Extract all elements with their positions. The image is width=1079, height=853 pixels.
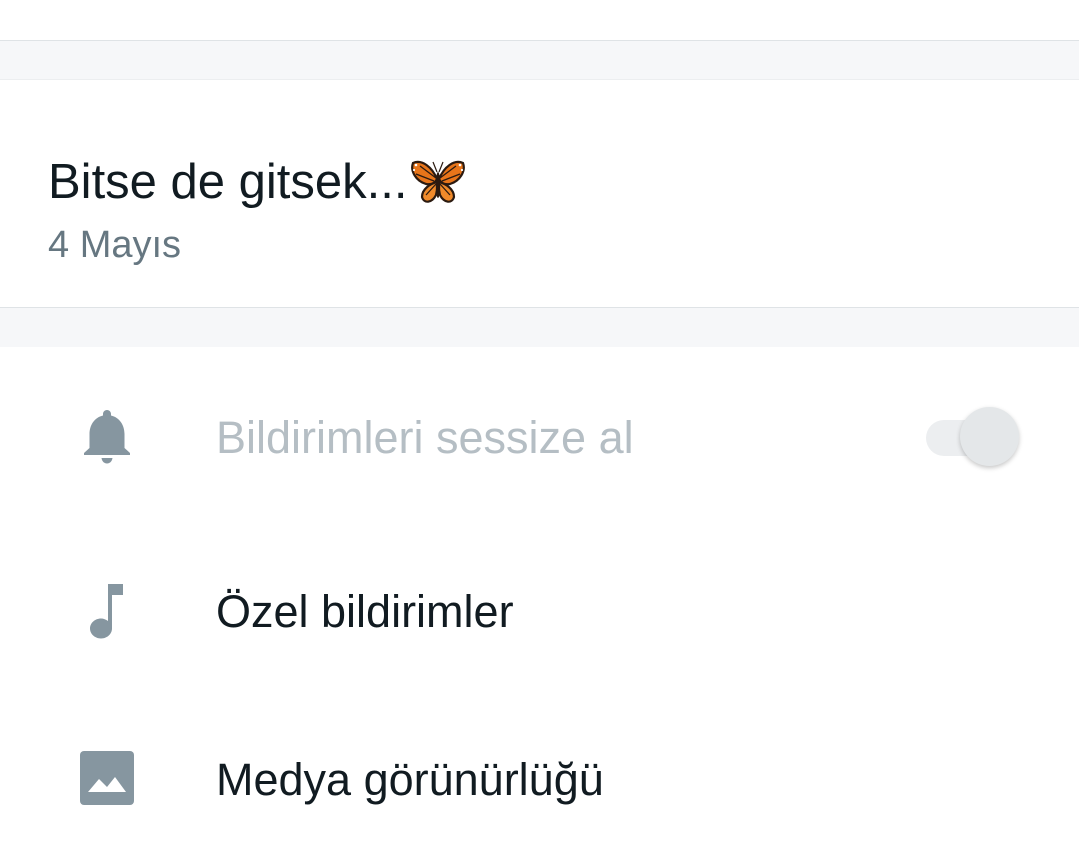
about-status: Bitse de gitsek... [48, 150, 466, 214]
mute-toggle[interactable] [924, 404, 1024, 470]
contact-info-screen: Bitse de gitsek... 4 Mayıs Bildirimleri … [0, 0, 1079, 853]
toggle-thumb [960, 407, 1019, 466]
butterfly-emoji-icon [410, 160, 465, 203]
section-divider [0, 41, 1079, 80]
about-date: 4 Mayıs [48, 224, 182, 266]
header-section [0, 0, 1079, 41]
section-divider [0, 308, 1079, 347]
music-note-icon [74, 577, 140, 643]
media-visibility-label: Medya görünürlüğü [216, 754, 604, 805]
mute-notifications-row[interactable]: Bildirimleri sessize al [0, 366, 1079, 506]
custom-notifications-row[interactable]: Özel bildirimler [0, 540, 1079, 680]
image-icon [74, 745, 140, 811]
custom-notifications-label: Özel bildirimler [216, 586, 514, 637]
media-visibility-row[interactable]: Medya görünürlüğü [0, 708, 1079, 848]
about-text: Bitse de gitsek... [48, 155, 408, 209]
bell-icon [74, 403, 140, 469]
mute-notifications-label: Bildirimleri sessize al [216, 412, 634, 463]
